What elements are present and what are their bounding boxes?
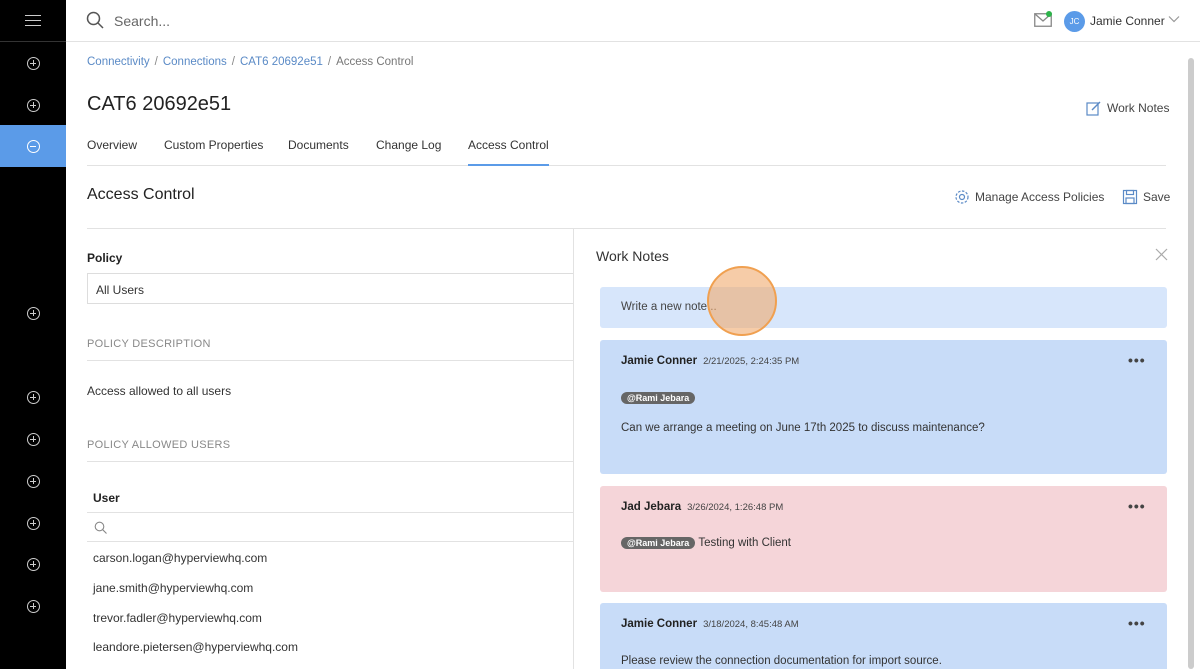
notification-dot [1046, 11, 1052, 17]
breadcrumb-connectivity[interactable]: Connectivity [87, 56, 150, 68]
plus-circle-icon [26, 98, 40, 112]
work-notes-title: Work Notes [596, 248, 669, 264]
manage-label: Manage Access Policies [975, 190, 1105, 204]
section-title: Access Control [87, 186, 195, 203]
divider [87, 360, 574, 361]
table-row: trevor.fadler@hyperviewhq.com [93, 611, 262, 625]
sidebar-item-6[interactable] [0, 418, 66, 460]
note-author: Jad Jebara [621, 501, 682, 513]
sidebar-item-3-active[interactable] [0, 125, 66, 167]
top-bar: JC Jamie Conner [66, 0, 1200, 42]
more-options-icon[interactable]: ••• [1128, 615, 1146, 631]
note-timestamp: 3/26/2024, 1:26:48 PM [687, 502, 784, 513]
left-sidebar [0, 0, 66, 669]
tab-custom-properties[interactable]: Custom Properties [164, 138, 263, 166]
plus-circle-icon [26, 306, 40, 320]
note-card: Jad Jebara 3/26/2024, 1:26:48 PM ••• @Ram… [600, 486, 1167, 592]
table-row: jane.smith@hyperviewhq.com [93, 581, 254, 595]
scrollbar[interactable] [1188, 58, 1194, 669]
user-name[interactable]: Jamie Conner [1090, 14, 1165, 28]
edit-icon [1086, 101, 1101, 116]
click-highlight [707, 266, 777, 336]
menu-button[interactable] [0, 0, 66, 42]
sidebar-item-9[interactable] [0, 543, 66, 585]
policy-select[interactable]: All Users [87, 273, 574, 304]
policy-description-label: POLICY DESCRIPTION [87, 338, 211, 350]
note-text-row: @Rami Jebara Testing with Client [621, 537, 791, 549]
plus-circle-icon [26, 390, 40, 404]
divider [87, 461, 574, 462]
new-note-input[interactable]: Write a new note... [600, 287, 1167, 328]
breadcrumb-connections[interactable]: Connections [163, 56, 227, 68]
plus-circle-icon [26, 56, 40, 70]
more-options-icon[interactable]: ••• [1128, 352, 1146, 368]
save-icon [1122, 189, 1138, 205]
chevron-down-icon[interactable] [1168, 14, 1180, 24]
manage-access-policies-button[interactable]: Manage Access Policies [954, 189, 1104, 205]
note-card: Jamie Conner 3/18/2024, 8:45:48 AM ••• Pl… [600, 603, 1167, 669]
note-header: Jamie Conner 2/21/2025, 2:24:35 PM [621, 355, 799, 367]
sidebar-item-1[interactable] [0, 42, 66, 84]
user-filter-input[interactable] [87, 512, 574, 542]
page-title: CAT6 20692e51 [87, 93, 232, 115]
hamburger-icon [25, 14, 41, 27]
note-author: Jamie Conner [621, 618, 698, 630]
breadcrumb-current: Access Control [336, 56, 414, 68]
save-button[interactable]: Save [1122, 189, 1170, 205]
table-row: leandore.pietersen@hyperviewhq.com [93, 640, 298, 654]
close-icon[interactable] [1155, 248, 1168, 261]
plus-circle-icon [26, 516, 40, 530]
sidebar-item-4[interactable] [0, 292, 66, 334]
policy-description: Access allowed to all users [87, 384, 232, 398]
note-timestamp: 2/21/2025, 2:24:35 PM [703, 356, 800, 367]
plus-circle-icon [26, 432, 40, 446]
note-text: Testing with Client [698, 537, 791, 549]
more-options-icon[interactable]: ••• [1128, 498, 1146, 514]
policy-allowed-users-label: POLICY ALLOWED USERS [87, 439, 231, 451]
work-notes-label: Work Notes [1107, 101, 1170, 115]
note-text: Please review the connection documentati… [621, 655, 942, 667]
gear-icon [955, 190, 969, 204]
tab-documents[interactable]: Documents [288, 138, 349, 166]
save-label: Save [1143, 190, 1171, 204]
note-card: Jamie Conner 2/21/2025, 2:24:35 PM ••• @R… [600, 340, 1167, 474]
sidebar-item-10[interactable] [0, 585, 66, 627]
sidebar-item-8[interactable] [0, 502, 66, 544]
avatar[interactable]: JC [1064, 11, 1085, 32]
work-notes-panel: Work Notes Write a new note... Jamie Con… [573, 229, 1200, 669]
search-icon [86, 11, 104, 29]
tab-bar: Overview Custom Properties Documents Cha… [87, 131, 1166, 166]
breadcrumb-asset[interactable]: CAT6 20692e51 [240, 56, 323, 68]
note-timestamp: 3/18/2024, 8:45:48 AM [703, 619, 799, 630]
tab-change-log[interactable]: Change Log [376, 138, 441, 166]
plus-circle-icon [26, 557, 40, 571]
minus-circle-icon [26, 139, 40, 153]
mention-badge: @Rami Jebara [621, 537, 696, 549]
breadcrumb: Connectivity / Connections / CAT6 20692e51/A… [87, 56, 414, 68]
note-author: Jamie Conner [621, 355, 698, 367]
work-notes-button[interactable]: Work Notes [1086, 100, 1169, 116]
note-header: Jamie Conner 3/18/2024, 8:45:48 AM [621, 618, 799, 630]
note-text: Can we arrange a meeting on June 17th 20… [621, 422, 985, 434]
policy-label: Policy [87, 251, 123, 265]
user-column-header: User [93, 491, 120, 505]
tab-access-control[interactable]: Access Control [468, 138, 549, 166]
note-mention-row: @Rami Jebara [621, 392, 696, 404]
mention-badge: @Rami Jebara [621, 392, 696, 404]
table-row: carson.logan@hyperviewhq.com [93, 551, 268, 565]
note-header: Jad Jebara 3/26/2024, 1:26:48 PM [621, 501, 783, 513]
tab-overview[interactable]: Overview [87, 138, 137, 166]
sidebar-item-2[interactable] [0, 84, 66, 126]
search-icon [94, 521, 107, 534]
sidebar-item-7[interactable] [0, 460, 66, 502]
plus-circle-icon [26, 599, 40, 613]
plus-circle-icon [26, 474, 40, 488]
sidebar-item-5[interactable] [0, 376, 66, 418]
search-input[interactable] [114, 8, 514, 34]
